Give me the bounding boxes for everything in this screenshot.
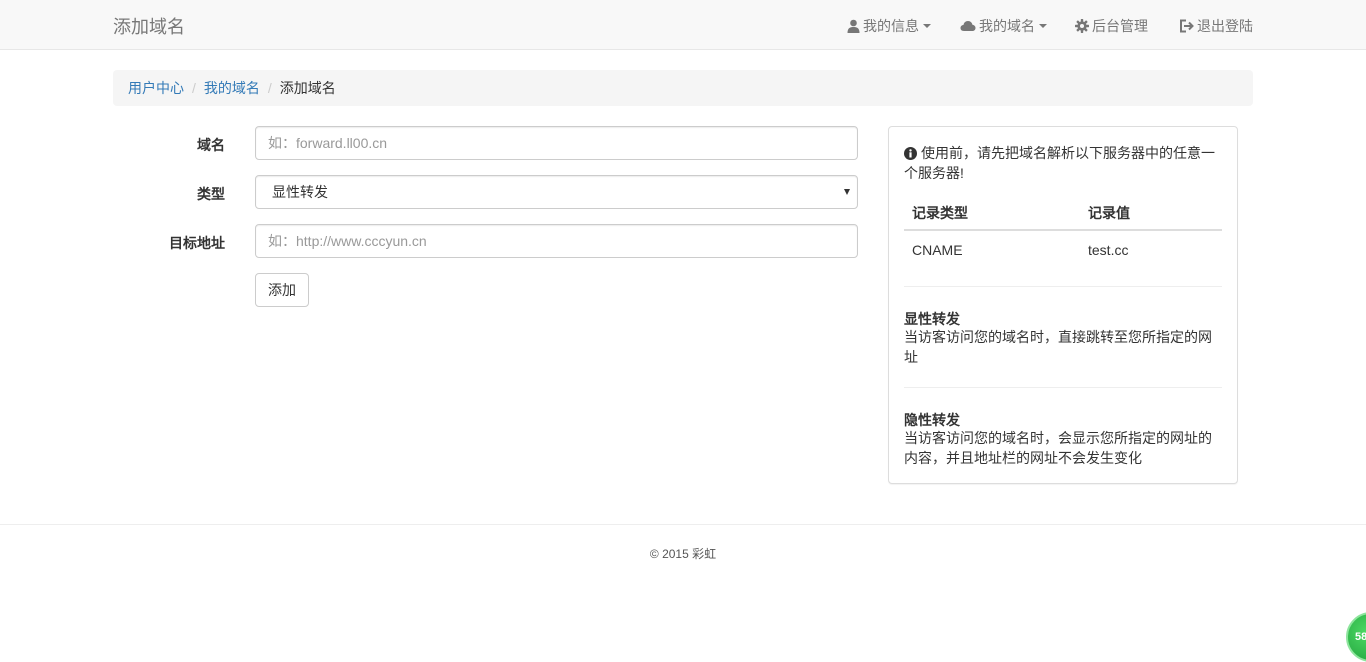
divider <box>904 387 1222 388</box>
target-url-placeholder: 如：http://www.cccyun.cn <box>268 233 427 249</box>
target-url-input[interactable]: 如：http://www.cccyun.cn <box>255 224 858 258</box>
nav-my-info[interactable]: 我的信息 <box>847 16 931 36</box>
record-type-cell: CNAME <box>912 242 963 258</box>
floating-speed-badge[interactable]: 58 <box>1346 612 1366 662</box>
record-value-cell: test.cc <box>1088 242 1129 258</box>
nav-my-info-label: 我的信息 <box>863 18 919 34</box>
table-header-value: 记录值 <box>1088 205 1130 221</box>
breadcrumb-separator: / <box>267 80 272 96</box>
explicit-forward-desc: 当访客访问您的域名时，直接跳转至您所指定的网址 <box>904 329 1212 365</box>
nav-admin-label: 后台管理 <box>1092 18 1148 34</box>
caret-down-icon <box>923 24 931 28</box>
add-button[interactable]: 添加 <box>255 273 309 307</box>
table-header-type: 记录类型 <box>912 205 968 221</box>
gear-icon <box>1075 19 1089 33</box>
implicit-forward-desc: 当访客访问您的域名时，会显示您所指定的网址的内容，并且地址栏的网址不会发生变化 <box>904 430 1212 466</box>
panel-intro: 使用前，请先把域名解析以下服务器中的任意一个服务器! <box>904 143 1222 183</box>
nav-logout-label: 退出登陆 <box>1197 18 1253 34</box>
domain-input-placeholder: 如：forward.ll00.cn <box>268 135 388 151</box>
breadcrumb-my-domains[interactable]: 我的域名 <box>204 78 260 98</box>
nav-admin[interactable]: 后台管理 <box>1075 16 1148 36</box>
info-panel: 使用前，请先把域名解析以下服务器中的任意一个服务器! 记录类型 记录值 CNAM… <box>888 126 1238 484</box>
domain-label: 域名 <box>197 137 225 153</box>
footer-copyright: © 2015 彩虹 <box>649 547 717 561</box>
floating-badge-text: 58 <box>1355 631 1366 643</box>
divider <box>904 286 1222 287</box>
dns-record-table: 记录类型 记录值 CNAME test.cc <box>904 199 1222 269</box>
domain-input[interactable]: 如：forward.ll00.cn <box>255 126 858 160</box>
target-label: 目标地址 <box>169 235 225 251</box>
top-navbar: 添加域名 我的信息 我的域名 后台管理 退出登陆 <box>0 0 1366 50</box>
breadcrumb-user-center[interactable]: 用户中心 <box>128 78 184 98</box>
type-select-value: 显性转发 <box>272 184 328 200</box>
logout-icon <box>1180 19 1194 33</box>
info-icon <box>904 147 917 160</box>
explicit-forward-title: 显性转发 <box>904 311 960 327</box>
user-icon <box>847 19 860 33</box>
panel-intro-text: 使用前，请先把域名解析以下服务器中的任意一个服务器! <box>904 145 1215 181</box>
type-label: 类型 <box>197 186 225 202</box>
cloud-icon <box>960 21 976 31</box>
table-row: CNAME test.cc <box>904 231 1222 269</box>
breadcrumb: 用户中心 / 我的域名 / 添加域名 <box>113 70 1253 106</box>
nav-my-domains[interactable]: 我的域名 <box>960 16 1047 36</box>
implicit-forward-title: 隐性转发 <box>904 412 960 428</box>
table-header: 记录类型 记录值 <box>904 199 1222 231</box>
caret-down-icon <box>1039 24 1047 28</box>
breadcrumb-separator: / <box>192 80 196 96</box>
nav-logout[interactable]: 退出登陆 <box>1179 16 1253 36</box>
breadcrumb-current: 添加域名 <box>279 80 336 96</box>
type-select[interactable]: 显性转发 <box>255 175 858 209</box>
navbar-brand[interactable]: 添加域名 <box>113 13 185 39</box>
nav-my-domains-label: 我的域名 <box>979 18 1035 34</box>
select-arrow-icon <box>844 189 850 195</box>
footer-divider <box>0 524 1366 525</box>
